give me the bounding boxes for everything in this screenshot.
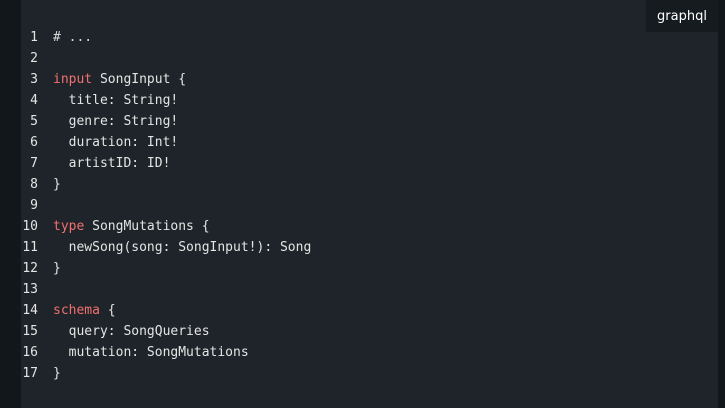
line-number: 9 [30,198,38,213]
line-code: type SongMutations { [53,216,210,237]
code-line: 5 genre: String! [21,111,641,132]
code-token: mutation: SongMutations [53,345,249,360]
line-code: newSong(song: SongInput!): Song [53,237,312,258]
line-number: 14 [22,303,38,318]
line-number: 2 [30,51,38,66]
code-line: 17} [21,363,641,384]
line-code: genre: String! [53,111,179,132]
line-code: # ... [53,27,92,48]
line-number: 7 [30,156,38,171]
code-token: newSong(song: SongInput!): Song [53,240,312,255]
code-line: 12} [21,258,641,279]
line-number: 6 [30,135,38,150]
code-block: graphql 1 # ... 2 3 input SongInput {4 title… [21,0,718,408]
code-line: 8} [21,174,641,195]
code-token: { [99,303,116,318]
language-label: graphql [646,0,718,32]
code-token: genre: String! [53,114,179,129]
line-code: query: SongQueries [53,321,210,342]
code-token: query: SongQueries [53,324,210,339]
code-token: SongMutations { [84,219,210,234]
line-number: 13 [22,282,38,297]
line-code: title: String! [53,90,179,111]
line-code: mutation: SongMutations [53,342,249,363]
code-token: } [53,261,61,276]
code-line: 6 duration: Int! [21,132,641,153]
code-token: } [53,177,61,192]
code-line: 11 newSong(song: SongInput!): Song [21,237,641,258]
line-number: 4 [30,93,38,108]
code-token: # ... [53,30,93,45]
code-line: 9 [21,195,641,216]
code-line: 3 input SongInput { [21,69,641,90]
line-number: 1 [30,30,38,45]
code-keyword: type [53,219,85,234]
line-number: 16 [22,345,38,360]
line-code: artistID: ID! [53,153,171,174]
code-keyword: input [53,72,93,87]
code-line: 14 schema { [21,300,641,321]
code-line: 7 artistID: ID! [21,153,641,174]
line-code: duration: Int! [53,132,179,153]
line-number: 12 [22,261,38,276]
line-code: } [53,258,61,279]
line-code: } [53,363,61,384]
code-line: 16 mutation: SongMutations [21,342,641,363]
line-number: 10 [22,219,38,234]
code-token: } [53,366,61,381]
line-number: 15 [22,324,38,339]
line-code: input SongInput { [53,69,186,90]
code-lines: 1 # ... 2 3 input SongInput {4 title: String… [21,27,641,384]
code-line: 1 # ... [21,27,641,48]
code-line: 15 query: SongQueries [21,321,641,342]
code-line: 10 type SongMutations { [21,216,641,237]
code-line: 2 [21,48,641,69]
code-token: SongInput { [92,72,187,87]
code-line: 13 [21,279,641,300]
code-token: artistID: ID! [53,156,171,171]
line-number: 5 [30,114,38,129]
line-number: 17 [22,366,38,381]
line-number: 3 [30,72,38,87]
line-code: } [53,174,61,195]
code-token: title: String! [53,93,179,108]
page-frame: graphql 1 # ... 2 3 input SongInput {4 title… [0,0,725,408]
line-number: 11 [22,240,38,255]
line-code: schema { [53,300,116,321]
code-line: 4 title: String! [21,90,641,111]
line-number: 8 [30,177,38,192]
code-token: duration: Int! [53,135,179,150]
code-keyword: schema [53,303,100,318]
